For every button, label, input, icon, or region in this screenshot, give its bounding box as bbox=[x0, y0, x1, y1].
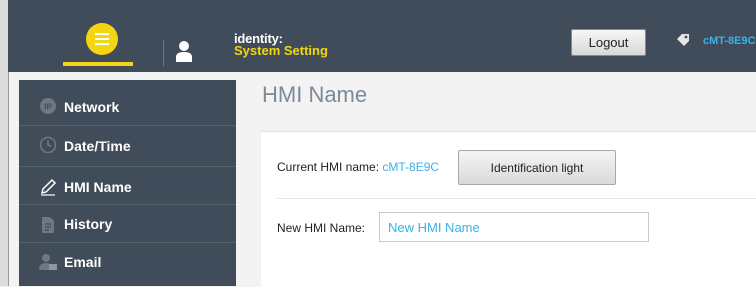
sidebar-item-datetime[interactable]: Date/Time bbox=[19, 126, 236, 166]
new-hmi-name-input[interactable] bbox=[379, 212, 649, 242]
sidebar-item-label: Email bbox=[64, 254, 102, 270]
sidebar-item-email[interactable]: Email bbox=[19, 243, 236, 283]
network-ip-icon: IP bbox=[40, 98, 56, 114]
tag-icon bbox=[677, 34, 689, 46]
sidebar-item-label: History bbox=[64, 216, 113, 232]
clock-icon bbox=[39, 136, 57, 154]
sidebar-item-hmi-name[interactable]: HMI Name bbox=[19, 167, 236, 207]
device-name: cMT-8E9C bbox=[703, 35, 756, 47]
history-document-icon bbox=[42, 217, 54, 233]
page-title: HMI Name bbox=[262, 82, 368, 107]
identification-light-button[interactable]: Identification light bbox=[458, 150, 616, 185]
identity-subtitle: System Setting bbox=[234, 43, 328, 58]
new-hmi-name-label: New HMI Name: bbox=[277, 221, 366, 235]
menu-active-indicator bbox=[63, 62, 133, 66]
hamburger-icon bbox=[95, 33, 109, 45]
sidebar-item-label: Network bbox=[64, 99, 120, 115]
user-icon[interactable] bbox=[175, 40, 193, 62]
sidebar-item-history[interactable]: History bbox=[19, 205, 236, 245]
pencil-icon bbox=[40, 178, 57, 196]
email-user-icon bbox=[39, 254, 57, 270]
sidebar-item-network[interactable]: IP Network bbox=[19, 85, 236, 125]
sidebar: IP Network Date/Time HMI Name History Em… bbox=[19, 80, 236, 286]
logout-button[interactable]: Logout bbox=[571, 29, 646, 56]
top-divider bbox=[163, 40, 164, 66]
svg-text:IP: IP bbox=[44, 103, 52, 112]
sidebar-item-label: Date/Time bbox=[64, 138, 131, 154]
menu-button[interactable] bbox=[86, 23, 118, 55]
current-hmi-name-label: Current HMI name: bbox=[277, 160, 380, 174]
current-hmi-name-row: Current HMI name: cMT-8E9C bbox=[277, 160, 439, 174]
sidebar-item-label: HMI Name bbox=[64, 179, 132, 195]
row-divider bbox=[277, 198, 756, 199]
current-hmi-name-value: cMT-8E9C bbox=[382, 160, 440, 174]
